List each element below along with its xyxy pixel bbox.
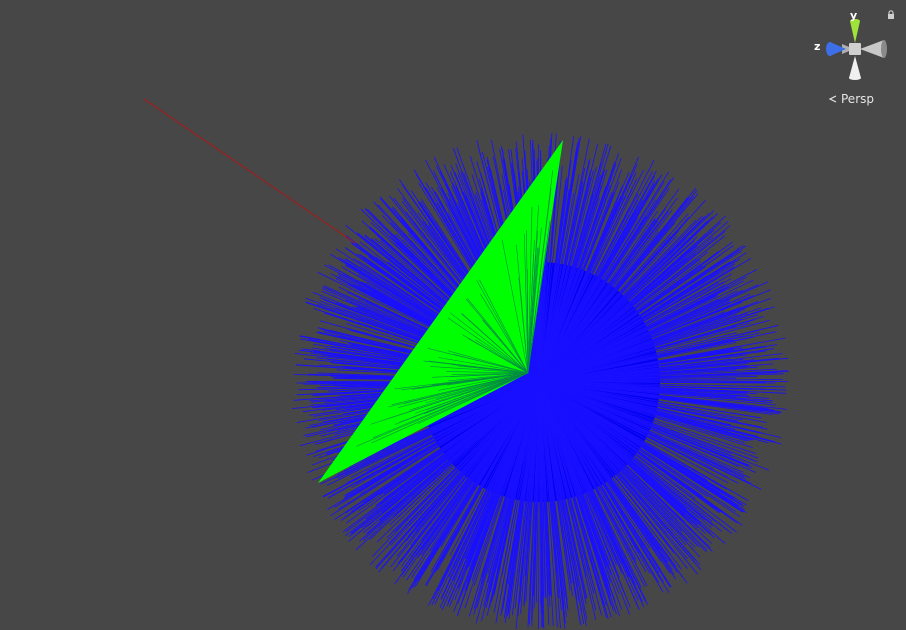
projection-toggle[interactable]: Persp: [828, 92, 874, 106]
y-axis-cone[interactable]: [850, 21, 860, 43]
chevron-left-icon: [828, 95, 837, 103]
scene-gizmo[interactable]: y z: [806, 6, 900, 86]
scene-viewport[interactable]: y z Persp: [0, 0, 906, 630]
red-debug-line: [143, 98, 356, 244]
x-axis-cone-cap: [881, 40, 887, 58]
lock-icon[interactable]: [886, 10, 896, 20]
z-axis-label: z: [814, 40, 821, 53]
y-neg-axis-cone[interactable]: [849, 56, 861, 78]
z-axis-cone-cap: [826, 42, 834, 56]
y-neg-axis-cone-cap: [849, 76, 861, 80]
scene-canvas[interactable]: [0, 0, 906, 630]
x-axis-cone[interactable]: [860, 40, 884, 58]
gizmo-center-cube[interactable]: [849, 43, 861, 55]
projection-label: Persp: [841, 92, 874, 106]
y-axis-label: y: [850, 9, 858, 22]
